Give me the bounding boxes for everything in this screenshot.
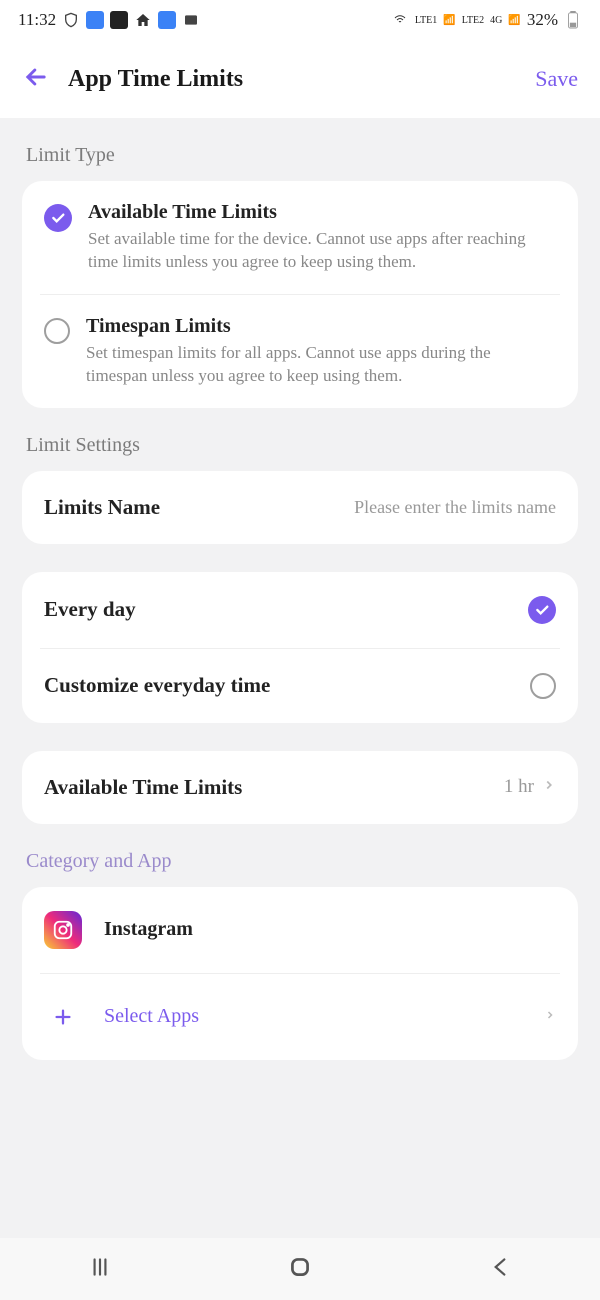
chevron-right-icon xyxy=(544,1008,556,1026)
section-limit-type: Limit Type xyxy=(26,144,578,167)
status-bar: 11:32 LTE1 📶 LTE2 4G 📶 32% xyxy=(0,0,600,40)
limits-name-card: Limits Name xyxy=(22,471,578,544)
section-limit-settings: Limit Settings xyxy=(26,434,578,457)
check-on-icon xyxy=(528,596,556,624)
radio-unchecked-icon xyxy=(44,318,70,344)
app-bar: App Time Limits Save xyxy=(0,40,600,118)
apps-card: Instagram Select Apps xyxy=(22,887,578,1060)
limits-name-label: Limits Name xyxy=(44,495,296,520)
instagram-icon xyxy=(44,911,82,949)
option-title: Timespan Limits xyxy=(86,315,556,338)
home-icon xyxy=(134,11,152,29)
save-button[interactable]: Save xyxy=(535,66,578,92)
signal-bars-1: 📶 xyxy=(443,15,455,26)
status-time: 11:32 xyxy=(18,10,56,30)
nav-back-button[interactable] xyxy=(487,1254,513,1285)
signal-lte2: LTE2 xyxy=(462,15,484,26)
home-button[interactable] xyxy=(287,1254,313,1285)
battery-icon xyxy=(564,11,582,29)
radio-checked-icon xyxy=(44,204,72,232)
everyday-row[interactable]: Every day xyxy=(40,572,560,648)
signal-4g: 4G xyxy=(490,15,502,26)
plus-icon xyxy=(44,998,82,1036)
back-button[interactable] xyxy=(22,63,50,96)
gallery-icon xyxy=(182,11,200,29)
battery-percent: 32% xyxy=(527,10,558,30)
nav-bar xyxy=(0,1238,600,1300)
limits-name-row[interactable]: Limits Name xyxy=(40,471,560,544)
wifi-icon xyxy=(391,11,409,29)
available-time-row[interactable]: Available Time Limits 1 hr xyxy=(40,751,560,824)
shield-icon xyxy=(62,11,80,29)
check-off-icon xyxy=(530,673,556,699)
app-name: Instagram xyxy=(104,918,193,941)
select-apps-row[interactable]: Select Apps xyxy=(40,973,560,1060)
select-apps-label: Select Apps xyxy=(104,1005,544,1028)
available-time-value: 1 hr xyxy=(504,776,534,798)
option-desc: Set timespan limits for all apps. Cannot… xyxy=(86,341,556,388)
option-title: Available Time Limits xyxy=(88,201,556,224)
option-available-time[interactable]: Available Time Limits Set available time… xyxy=(40,181,560,294)
app-row[interactable]: Instagram xyxy=(40,887,560,973)
app-icon-2 xyxy=(110,11,128,29)
available-time-label: Available Time Limits xyxy=(44,775,504,800)
app-icon-1 xyxy=(86,11,104,29)
time-limit-card: Available Time Limits 1 hr xyxy=(22,751,578,824)
app-icon-3 xyxy=(158,11,176,29)
chevron-right-icon xyxy=(542,778,556,797)
page-title: App Time Limits xyxy=(68,66,535,93)
option-desc: Set available time for the device. Canno… xyxy=(88,227,556,274)
everyday-label: Every day xyxy=(44,597,528,622)
customize-label: Customize everyday time xyxy=(44,673,530,698)
signal-bars-2: 📶 xyxy=(508,15,520,26)
limits-name-input[interactable] xyxy=(296,497,556,518)
customize-row[interactable]: Customize everyday time xyxy=(40,648,560,723)
section-category: Category and App xyxy=(26,850,578,873)
option-timespan[interactable]: Timespan Limits Set timespan limits for … xyxy=(40,294,560,408)
limit-type-card: Available Time Limits Set available time… xyxy=(22,181,578,408)
signal-lte1: LTE1 xyxy=(415,15,437,26)
schedule-card: Every day Customize everyday time xyxy=(22,572,578,723)
recents-button[interactable] xyxy=(87,1254,113,1285)
